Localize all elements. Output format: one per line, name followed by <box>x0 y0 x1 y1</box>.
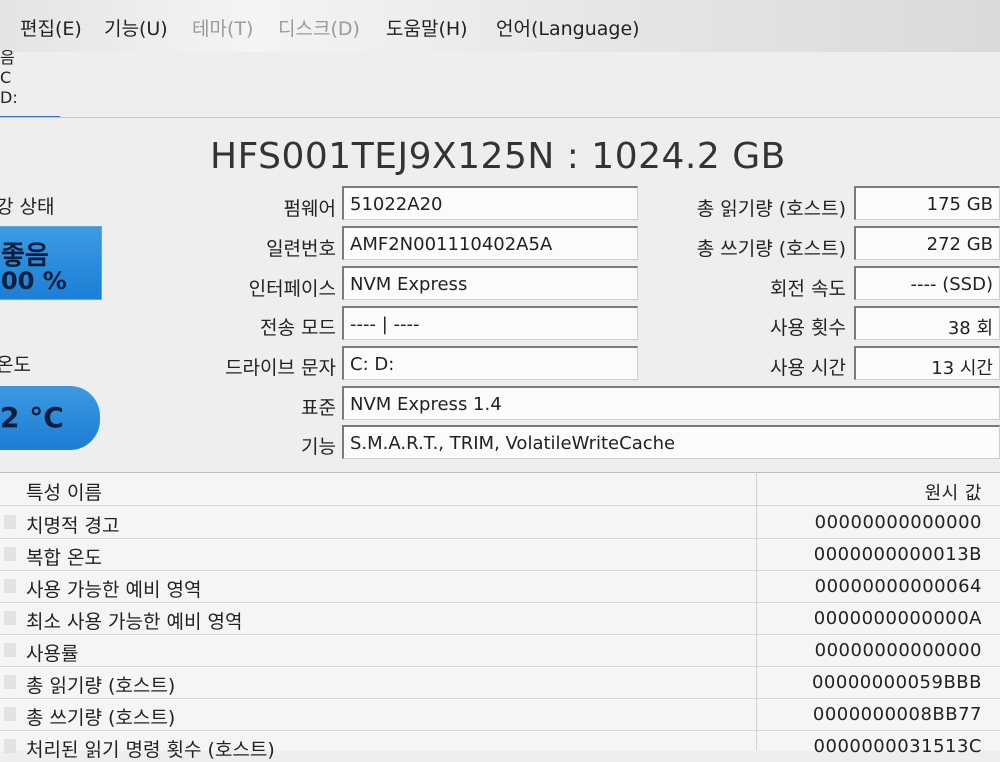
interface-label: 인터페이스 <box>248 278 336 300</box>
serial-field: AMF2N001110402A5A <box>342 226 638 260</box>
status-dot <box>4 675 16 689</box>
menu-edit[interactable]: 편집(E) <box>20 14 82 41</box>
column-header-attribute-name[interactable]: 특성 이름 <box>26 478 102 505</box>
rotation-rate-label: 회전 속도 <box>770 278 846 300</box>
raw-value: 00000000000000 <box>814 512 982 533</box>
menu-theme[interactable]: 테마(T) <box>192 14 253 41</box>
temperature-badge[interactable]: 2 °C <box>0 386 100 450</box>
power-on-count-label: 사용 횟수 <box>770 317 846 339</box>
menu-bar: 편집(E) 기능(U) 테마(T) 디스크(D) 도움말(H) 언어(Langu… <box>0 0 1000 52</box>
smart-table[interactable]: 특성 이름 원시 값 치명적 경고 00000000000000 복합 온도 0… <box>0 472 1000 761</box>
standard-field: NVM Express 1.4 <box>342 386 1000 420</box>
attribute-name: 사용 가능한 예비 영역 <box>26 579 202 601</box>
status-dot <box>4 739 16 753</box>
interface-field: NVM Express <box>342 266 638 300</box>
column-header-raw-value[interactable]: 원시 값 <box>925 479 982 505</box>
divider <box>0 117 1000 118</box>
drive-selector[interactable]: 음 C D: <box>0 48 22 118</box>
power-on-count-field: 38 회 <box>854 306 1000 340</box>
raw-value: 0000000031513C <box>813 736 982 757</box>
power-on-hours-label: 사용 시간 <box>770 357 846 379</box>
health-percent: 00 % <box>1 267 67 295</box>
menu-disk[interactable]: 디스크(D) <box>278 14 360 41</box>
power-on-hours-field: 13 시간 <box>854 346 1000 380</box>
standard-label: 표준 <box>301 397 336 419</box>
status-dot <box>4 515 16 529</box>
status-dot <box>4 579 16 593</box>
drive-letter-label: 드라이브 문자 <box>225 357 336 379</box>
raw-value: 0000000008BB77 <box>812 704 982 725</box>
drive-title: HFS001TEJ9X125N : 1024.2 GB <box>210 136 786 177</box>
firmware-label: 펌웨어 <box>283 198 336 220</box>
raw-value: 00000000000064 <box>814 576 982 597</box>
transfer-mode-label: 전송 모드 <box>260 317 336 339</box>
status-dot <box>4 707 16 721</box>
transfer-mode-field: ---- | ---- <box>342 306 638 340</box>
health-status-badge[interactable]: 좋음 00 % <box>0 226 102 300</box>
table-row[interactable]: 사용 가능한 예비 영역 00000000000064 <box>0 570 1000 603</box>
menu-help[interactable]: 도움말(H) <box>386 14 468 41</box>
attribute-name: 사용률 <box>26 643 79 665</box>
features-label: 기능 <box>301 436 336 458</box>
table-row[interactable]: 사용률 00000000000000 <box>0 634 1000 667</box>
table-row[interactable]: 복합 온도 0000000000013B <box>0 538 1000 571</box>
total-host-writes-label: 총 쓰기량 (호스트) <box>696 238 846 260</box>
raw-value: 0000000000000A <box>813 608 982 629</box>
attribute-name: 총 읽기량 (호스트) <box>26 675 176 697</box>
table-row[interactable]: 최소 사용 가능한 예비 영역 0000000000000A <box>0 602 1000 635</box>
firmware-field: 51022A20 <box>342 186 638 220</box>
total-host-reads-label: 총 읽기량 (호스트) <box>696 198 846 220</box>
drive-strip-line: 음 <box>0 48 15 67</box>
temperature-label: 온도 <box>0 354 31 376</box>
raw-value: 0000000000013B <box>813 544 982 565</box>
status-dot <box>4 547 16 561</box>
menu-language[interactable]: 언어(Language) <box>496 14 640 41</box>
drive-strip-line: C <box>0 68 12 87</box>
attribute-name: 총 쓰기량 (호스트) <box>26 707 176 729</box>
raw-value: 00000000059BBB <box>811 672 982 693</box>
drive-strip-line: D: <box>0 88 18 107</box>
table-row[interactable]: 처리된 읽기 명령 횟수 (호스트) 0000000031513C <box>0 730 1000 762</box>
total-host-writes-field: 272 GB <box>854 226 1000 260</box>
status-dot <box>4 643 16 657</box>
column-separator <box>756 472 757 750</box>
status-dot <box>4 611 16 625</box>
attribute-name: 최소 사용 가능한 예비 영역 <box>26 611 243 633</box>
table-row[interactable]: 총 읽기량 (호스트) 00000000059BBB <box>0 666 1000 699</box>
menu-function[interactable]: 기능(U) <box>104 14 168 41</box>
total-host-reads-field: 175 GB <box>854 186 1000 220</box>
drive-letter-field: C: D: <box>342 346 638 380</box>
temperature-value: 2 °C <box>0 401 64 434</box>
table-row[interactable]: 치명적 경고 00000000000000 <box>0 506 1000 539</box>
attribute-name: 처리된 읽기 명령 횟수 (호스트) <box>26 739 275 761</box>
raw-value: 00000000000000 <box>814 640 982 661</box>
serial-label: 일련번호 <box>266 238 336 260</box>
health-status-label: 강 상태 <box>0 196 55 218</box>
attribute-name: 치명적 경고 <box>26 515 120 537</box>
table-row[interactable]: 총 쓰기량 (호스트) 0000000008BB77 <box>0 698 1000 731</box>
features-field: S.M.A.R.T., TRIM, VolatileWriteCache <box>342 425 1000 459</box>
table-header-row: 특성 이름 원시 값 <box>0 473 1000 506</box>
attribute-name: 복합 온도 <box>26 547 102 569</box>
rotation-rate-field: ---- (SSD) <box>854 266 1000 300</box>
